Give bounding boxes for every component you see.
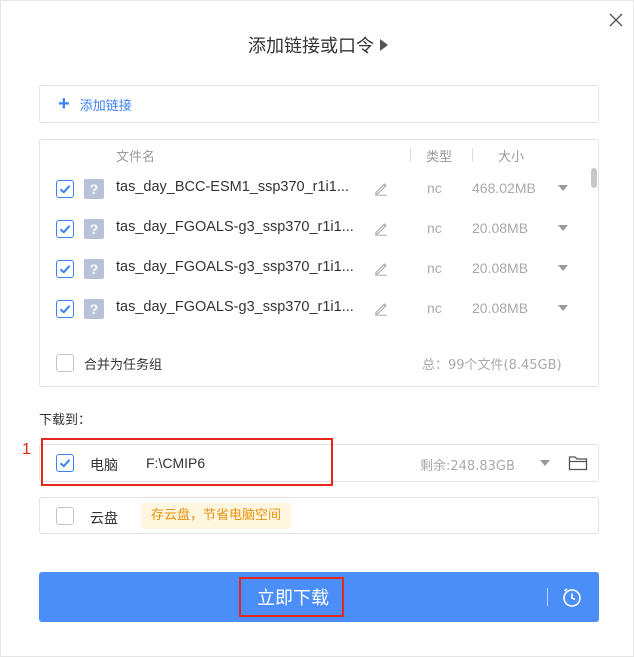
pencil-icon[interactable] (373, 300, 389, 316)
file-size: 20.08MB (472, 300, 529, 316)
folder-icon[interactable] (568, 454, 588, 472)
file-row[interactable]: ? tas_day_FGOALS-g3_ssp370_r1i1... nc 20… (40, 297, 590, 321)
file-type: nc (427, 260, 442, 276)
close-icon[interactable] (607, 11, 625, 29)
file-checkbox[interactable] (56, 260, 74, 278)
file-name: tas_day_FGOALS-g3_ssp370_r1i1... (116, 299, 354, 315)
button-divider (547, 588, 548, 606)
annotation-number: 1 (22, 441, 31, 458)
add-link-dialog: 添加链接或口令 + 添加链接 文件名 类型 大小 ? tas_day_BCC-E… (0, 0, 634, 657)
file-name: tas_day_FGOALS-g3_ssp370_r1i1... (116, 219, 354, 235)
cloud-checkbox[interactable] (56, 507, 74, 525)
pencil-icon[interactable] (373, 220, 389, 236)
column-divider (410, 148, 411, 162)
column-divider (472, 148, 473, 162)
file-list-panel: 文件名 类型 大小 ? tas_day_BCC-ESM1_ssp370_r1i1… (39, 139, 599, 387)
dialog-title: 添加链接或口令 (248, 36, 374, 57)
column-header-type: 类型 (426, 150, 453, 165)
file-name: tas_day_FGOALS-g3_ssp370_r1i1... (116, 259, 354, 275)
column-header-size: 大小 (498, 150, 525, 165)
unknown-file-icon: ? (84, 299, 104, 319)
cloud-tip: 存云盘，节省电脑空间 (141, 503, 292, 529)
file-row[interactable]: ? tas_day_FGOALS-g3_ssp370_r1i1... nc 20… (40, 217, 590, 241)
chevron-down-icon[interactable] (540, 460, 550, 466)
chevron-down-icon[interactable] (558, 265, 568, 271)
file-size: 468.02MB (472, 180, 536, 196)
pencil-icon[interactable] (373, 260, 389, 276)
file-size: 20.08MB (472, 220, 529, 236)
triangle-right-icon (380, 39, 388, 51)
download-to-heading: 下载到： (39, 413, 92, 428)
file-row[interactable]: ? tas_day_BCC-ESM1_ssp370_r1i1... nc 468… (40, 177, 590, 201)
file-size: 20.08MB (472, 260, 529, 276)
unknown-file-icon: ? (84, 219, 104, 239)
file-list-header: 文件名 类型 大小 (40, 146, 598, 166)
unknown-file-icon: ? (84, 259, 104, 279)
add-link-button[interactable]: + 添加链接 (39, 85, 599, 123)
file-row[interactable]: ? tas_day_FGOALS-g3_ssp370_r1i1... nc 20… (40, 257, 590, 281)
pencil-icon[interactable] (373, 180, 389, 196)
clock-icon[interactable] (561, 586, 583, 608)
unknown-file-icon: ? (84, 179, 104, 199)
file-checkbox[interactable] (56, 300, 74, 318)
file-type: nc (427, 220, 442, 236)
cloud-label: 云盘 (90, 511, 118, 527)
scrollbar-thumb[interactable] (591, 168, 597, 188)
column-header-name: 文件名 (116, 150, 156, 165)
destination-cloud-row[interactable]: 云盘 存云盘，节省电脑空间 (39, 497, 599, 534)
add-link-label: 添加链接 (79, 98, 132, 114)
file-checkbox[interactable] (56, 220, 74, 238)
file-type: nc (427, 300, 442, 316)
total-summary: 总：99个文件(8.45GB) (422, 358, 562, 373)
chevron-down-icon[interactable] (558, 305, 568, 311)
free-space: 剩余:248.83GB (420, 459, 515, 474)
annotation-highlight-box (239, 577, 344, 617)
plus-icon: + (58, 93, 70, 115)
chevron-down-icon[interactable] (558, 225, 568, 231)
dialog-title-row[interactable]: 添加链接或口令 (1, 31, 634, 59)
merge-task-group-row[interactable]: 合并为任务组 (56, 352, 162, 374)
annotation-highlight-box (41, 438, 333, 486)
chevron-down-icon[interactable] (558, 185, 568, 191)
file-name: tas_day_BCC-ESM1_ssp370_r1i1... (116, 179, 349, 195)
file-type: nc (427, 180, 442, 196)
merge-label: 合并为任务组 (84, 357, 163, 373)
file-checkbox[interactable] (56, 180, 74, 198)
merge-checkbox[interactable] (56, 354, 74, 372)
